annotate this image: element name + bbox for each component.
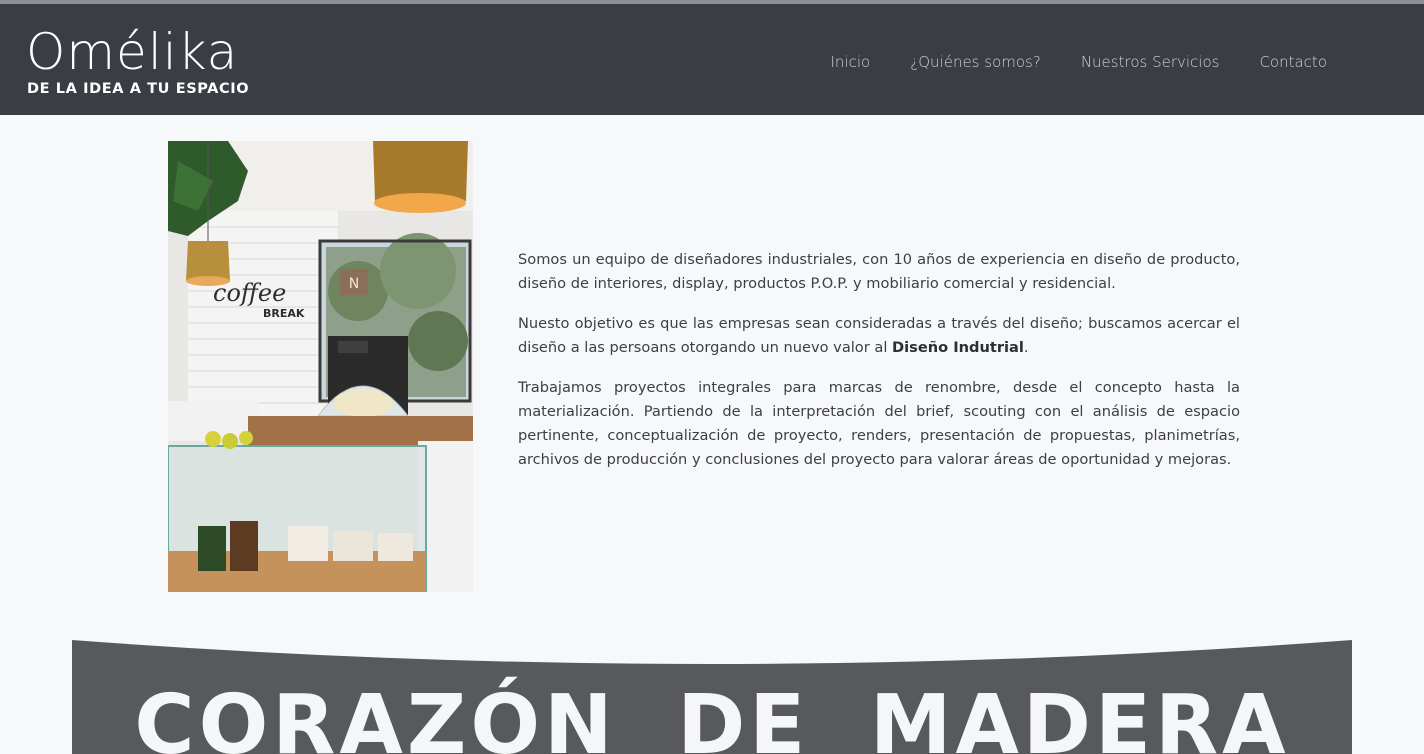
site-header: Omélika DE LA IDEA A TU ESPACIO Inicio ¿…: [0, 4, 1424, 115]
nav-item-servicios[interactable]: Nuestros Servicios: [1081, 52, 1220, 72]
svg-text:BREAK: BREAK: [263, 307, 305, 320]
about-paragraph-2-highlight: Diseño Indutrial: [892, 339, 1024, 356]
svg-text:N: N: [349, 276, 359, 292]
about-paragraph-2-text: Nuesto objetivo es que las empresas sean…: [518, 315, 1240, 356]
about-paragraph-2: Nuesto objetivo es que las empresas sean…: [518, 312, 1240, 360]
brand-logo[interactable]: Omélika DE LA IDEA A TU ESPACIO: [26, 24, 256, 102]
about-section: Somos un equipo de diseñadores industria…: [518, 248, 1240, 488]
nav-item-contacto[interactable]: Contacto: [1259, 52, 1327, 72]
corazon-banner: CORAZÓN DE MADERA: [72, 640, 1352, 754]
brand-name: Omélika: [26, 23, 239, 81]
brand-tagline: DE LA IDEA A TU ESPACIO: [27, 81, 250, 97]
nav-item-quienes-somos[interactable]: ¿Quiénes somos?: [910, 52, 1041, 72]
banner-title: CORAZÓN DE MADERA: [134, 678, 1290, 754]
nav-item-inicio[interactable]: Inicio: [830, 52, 870, 72]
about-paragraph-3: Trabajamos proyectos integrales para mar…: [518, 379, 1240, 468]
main-nav: Inicio ¿Quiénes somos? Nuestros Servicio…: [790, 52, 1327, 72]
about-paragraph-1: Somos un equipo de diseñadores industria…: [518, 251, 1240, 292]
about-paragraph-2-end: .: [1023, 339, 1029, 356]
coffee-break-photo: N coffee BREAK: [168, 141, 473, 592]
